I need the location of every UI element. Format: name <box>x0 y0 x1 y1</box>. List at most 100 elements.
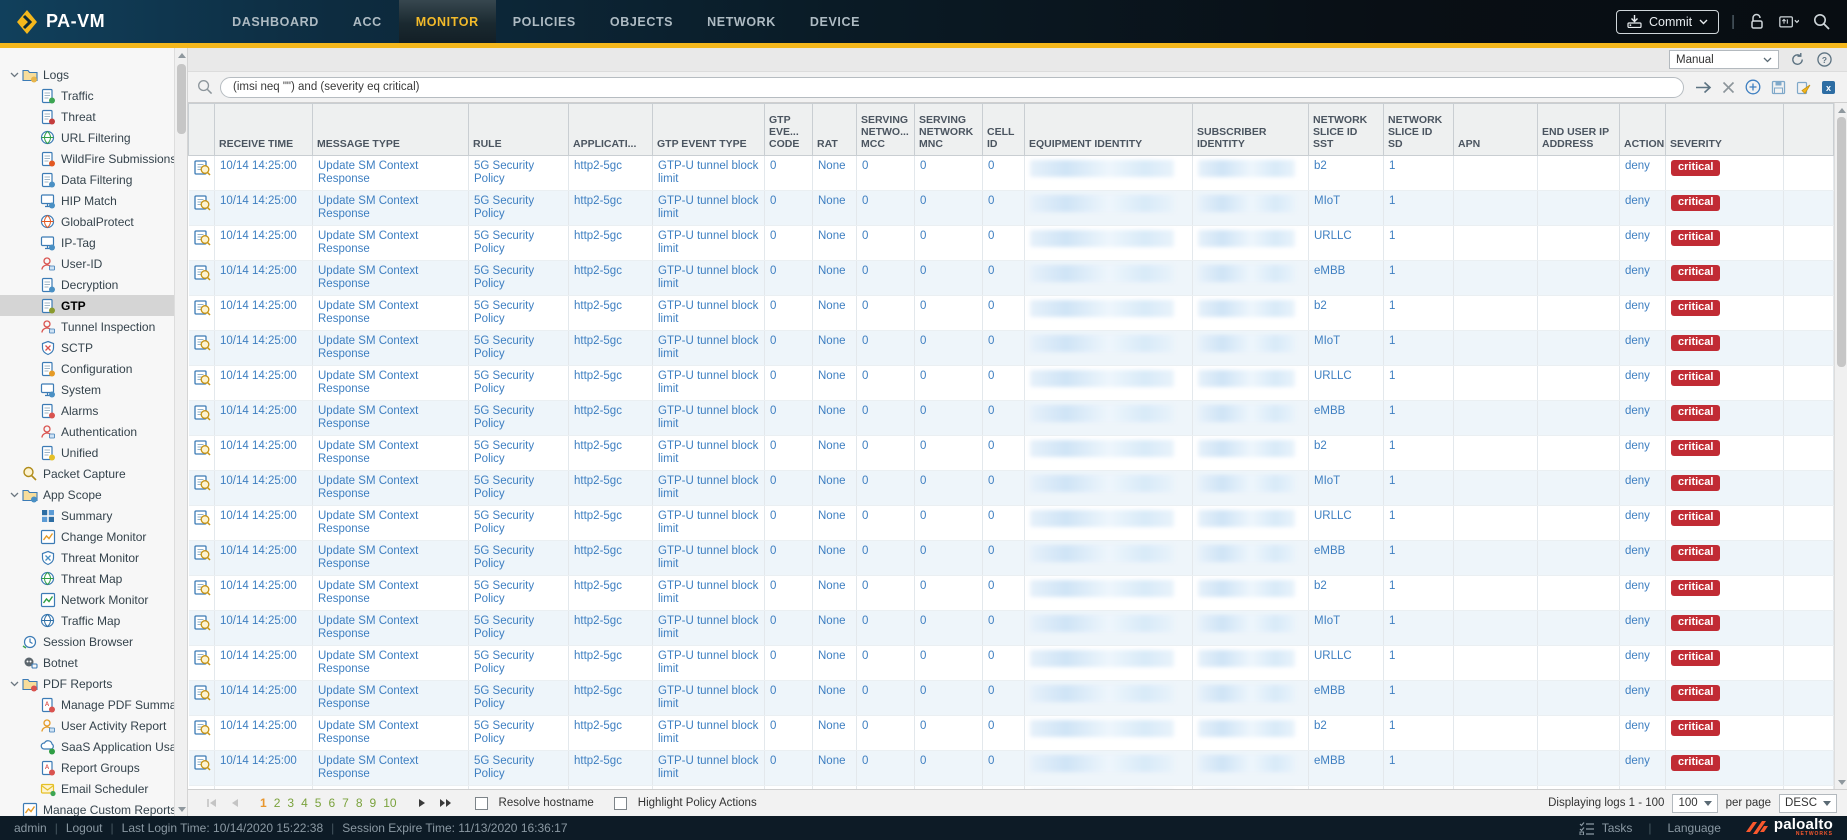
sidebar-item-threat[interactable]: Threat <box>0 106 174 127</box>
sidebar-scroll-down-arrow[interactable] <box>176 803 187 815</box>
save-filter-icon[interactable] <box>1769 78 1787 96</box>
sidebar-item-sctp[interactable]: SCTP <box>0 337 174 358</box>
page-number-5[interactable]: 5 <box>315 796 322 810</box>
search-icon[interactable] <box>1811 12 1831 32</box>
sidebar-item-botnet[interactable]: Botnet <box>0 652 174 673</box>
clear-filter-icon[interactable] <box>1719 78 1737 96</box>
logout-link[interactable]: Logout <box>66 821 103 835</box>
log-detail-icon[interactable] <box>194 510 211 526</box>
log-detail-icon[interactable] <box>194 615 211 631</box>
table-scroll-down-arrow[interactable] <box>1836 776 1847 788</box>
page-number-1[interactable]: 1 <box>260 796 267 810</box>
tab-objects[interactable]: OBJECTS <box>593 0 690 43</box>
log-detail-icon[interactable] <box>194 440 211 456</box>
table-scroll-up-arrow[interactable] <box>1836 104 1847 116</box>
sidebar-item-gtp[interactable]: GTP <box>0 295 174 316</box>
sidebar-item-data-filtering[interactable]: Data Filtering <box>0 169 174 190</box>
sidebar-item-manage-pdf-summary[interactable]: AManage PDF Summary <box>0 694 174 715</box>
page-number-6[interactable]: 6 <box>328 796 335 810</box>
tasks-link[interactable]: Tasks <box>1602 821 1633 835</box>
log-detail-icon[interactable] <box>194 405 211 421</box>
sidebar-item-ip-tag[interactable]: IP-Tag <box>0 232 174 253</box>
add-filter-icon[interactable] <box>1744 78 1762 96</box>
column-header-network_slice_id_sd[interactable]: NETWORK SLICE ID SD <box>1384 104 1454 156</box>
filter-query-input[interactable]: (imsi neq "") and (severity eq critical) <box>220 77 1684 98</box>
sidebar-item-change-monitor[interactable]: Change Monitor <box>0 526 174 547</box>
sidebar-item-configuration[interactable]: Configuration <box>0 358 174 379</box>
per-page-select[interactable]: 100 <box>1672 794 1717 813</box>
column-header-serving_network_mnc[interactable]: SERVING NETWORK MNC <box>915 104 983 156</box>
log-detail-icon[interactable] <box>194 160 211 176</box>
sidebar-item-app-scope[interactable]: App Scope <box>0 484 174 505</box>
log-detail-icon[interactable] <box>194 300 211 316</box>
column-header-end_user_ip_address[interactable]: END USER IP ADDRESS <box>1538 104 1620 156</box>
sidebar-scroll-thumb[interactable] <box>177 64 186 134</box>
column-header-message_type[interactable]: MESSAGE TYPE <box>313 104 469 156</box>
column-header-network_slice_id_sst[interactable]: NETWORK SLICE ID SST <box>1309 104 1384 156</box>
sidebar-item-traffic-map[interactable]: Traffic Map <box>0 610 174 631</box>
sidebar-item-manage-custom-reports[interactable]: Manage Custom Reports <box>0 799 174 816</box>
sidebar-item-hip-match[interactable]: HIP Match <box>0 190 174 211</box>
sidebar-item-logs[interactable]: Logs <box>0 64 174 85</box>
sidebar-item-wildfire-submissions[interactable]: WildFire Submissions <box>0 148 174 169</box>
column-header-receive_time[interactable]: RECEIVE TIME <box>215 104 313 156</box>
sidebar-item-url-filtering[interactable]: URL Filtering <box>0 127 174 148</box>
sidebar-item-user-activity-report[interactable]: User Activity Report <box>0 715 174 736</box>
column-header-gtp_event_code[interactable]: GTP EVE... CODE <box>765 104 813 156</box>
page-number-7[interactable]: 7 <box>342 796 349 810</box>
column-header-application[interactable]: APPLICATI... <box>569 104 653 156</box>
table-scroll-thumb[interactable] <box>1837 117 1846 367</box>
chevron-down-icon[interactable] <box>6 492 22 498</box>
sidebar-item-tunnel-inspection[interactable]: Tunnel Inspection <box>0 316 174 337</box>
column-header-rule[interactable]: RULE <box>469 104 569 156</box>
log-detail-icon[interactable] <box>194 580 211 596</box>
tab-network[interactable]: NETWORK <box>690 0 793 43</box>
sidebar-item-unified[interactable]: Unified <box>0 442 174 463</box>
sidebar-scroll-up-arrow[interactable] <box>176 49 187 61</box>
column-header-equipment_identity[interactable]: EQUIPMENT IDENTITY <box>1025 104 1193 156</box>
sidebar-item-saas-application-usage[interactable]: SaaS Application Usage <box>0 736 174 757</box>
log-detail-icon[interactable] <box>194 720 211 736</box>
unlock-icon[interactable] <box>1747 12 1767 32</box>
resolve-hostname-checkbox[interactable] <box>475 797 488 810</box>
log-detail-icon[interactable] <box>194 370 211 386</box>
log-detail-icon[interactable] <box>194 545 211 561</box>
refresh-icon[interactable] <box>1788 51 1806 69</box>
sidebar-item-packet-capture[interactable]: Packet Capture <box>0 463 174 484</box>
export-csv-icon[interactable]: x <box>1819 78 1837 96</box>
sidebar-item-authentication[interactable]: Authentication <box>0 421 174 442</box>
page-number-2[interactable]: 2 <box>274 796 281 810</box>
sidebar-item-pdf-reports[interactable]: PDF Reports <box>0 673 174 694</box>
page-number-10[interactable]: 10 <box>383 796 396 810</box>
log-detail-icon[interactable] <box>194 685 211 701</box>
sidebar-item-summary[interactable]: Summary <box>0 505 174 526</box>
highlight-policy-actions-checkbox[interactable] <box>614 797 627 810</box>
chevron-down-icon[interactable] <box>6 681 22 687</box>
next-page-button[interactable] <box>413 795 431 811</box>
column-header-action[interactable]: ACTION <box>1620 104 1666 156</box>
column-header-cell_id[interactable]: CELL ID <box>983 104 1025 156</box>
sidebar-item-threat-map[interactable]: Threat Map <box>0 568 174 589</box>
page-number-9[interactable]: 9 <box>370 796 377 810</box>
log-detail-icon[interactable] <box>194 755 211 771</box>
language-link[interactable]: Language <box>1668 821 1721 835</box>
sidebar-item-threat-monitor[interactable]: Threat Monitor <box>0 547 174 568</box>
sort-order-select[interactable]: DESC <box>1779 794 1837 813</box>
load-filter-icon[interactable] <box>1794 78 1812 96</box>
sidebar-scrollbar[interactable] <box>174 48 187 816</box>
log-detail-icon[interactable] <box>194 475 211 491</box>
help-icon[interactable]: ? <box>1815 51 1833 69</box>
tab-policies[interactable]: POLICIES <box>496 0 593 43</box>
sidebar-item-globalprotect[interactable]: GlobalProtect <box>0 211 174 232</box>
page-number-8[interactable]: 8 <box>356 796 363 810</box>
prev-page-button[interactable] <box>226 795 244 811</box>
log-detail-icon[interactable] <box>194 265 211 281</box>
log-detail-icon[interactable] <box>194 230 211 246</box>
sidebar-item-decryption[interactable]: Decryption <box>0 274 174 295</box>
log-detail-icon[interactable] <box>194 650 211 666</box>
sidebar-item-report-groups[interactable]: AReport Groups <box>0 757 174 778</box>
sidebar-item-network-monitor[interactable]: Network Monitor <box>0 589 174 610</box>
sidebar-item-email-scheduler[interactable]: Email Scheduler <box>0 778 174 799</box>
apply-filter-icon[interactable] <box>1694 78 1712 96</box>
first-page-button[interactable] <box>202 795 220 811</box>
